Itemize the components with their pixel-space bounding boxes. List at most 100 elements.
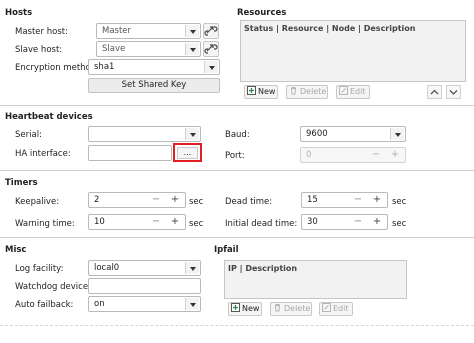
dropdown-arrow-icon[interactable] — [185, 25, 199, 37]
keepalive-value: 2 — [94, 195, 100, 205]
misc-section-title: Misc — [5, 245, 27, 255]
ha-interface-label: HA interface: — [15, 149, 71, 159]
slave-host-combo[interactable]: Slave — [96, 41, 201, 57]
ha-interface-browse-button[interactable]: ... — [177, 147, 198, 159]
add-icon — [231, 303, 240, 312]
ipfail-new-button[interactable]: New — [228, 302, 262, 316]
ipfail-delete-button[interactable]: Delete — [270, 302, 312, 316]
master-host-label: Master host: — [15, 27, 68, 37]
dead-time-unit: sec — [392, 197, 407, 207]
watchdog-device-label: Watchdog device: — [15, 282, 91, 292]
keepalive-spinner[interactable]: 2 − + — [88, 192, 186, 208]
master-host-combo[interactable]: Master — [96, 23, 201, 39]
chevron-down-icon — [449, 90, 458, 95]
dead-time-decrement-button[interactable]: − — [351, 193, 365, 207]
dropdown-arrow-icon[interactable] — [185, 128, 199, 140]
master-link-button[interactable] — [203, 23, 219, 39]
serial-label: Serial: — [15, 130, 42, 140]
resources-delete-label: Delete — [300, 87, 327, 96]
timers-section-title: Timers — [5, 178, 38, 188]
auto-failback-value: on — [94, 299, 105, 309]
move-down-button[interactable] — [446, 85, 461, 99]
dead-time-value: 15 — [307, 195, 318, 205]
warning-time-value: 10 — [94, 217, 105, 227]
dropdown-arrow-icon[interactable] — [390, 128, 404, 140]
warning-time-label: Warning time: — [15, 219, 75, 229]
resources-new-label: New — [258, 87, 276, 96]
slave-host-value: Slave — [102, 44, 126, 54]
encryption-method-label: Encryption method: — [15, 63, 100, 73]
resources-section-title: Resources — [237, 8, 287, 18]
encryption-method-value: sha1 — [94, 62, 115, 72]
chevron-up-icon — [430, 89, 439, 95]
keepalive-label: Keepalive: — [15, 197, 60, 207]
ipfail-section-title: Ipfail — [214, 245, 239, 255]
ipfail-delete-label: Delete — [284, 304, 311, 313]
dead-time-increment-button[interactable]: + — [370, 193, 384, 207]
initial-dead-time-value: 30 — [307, 217, 318, 227]
ipfail-edit-button[interactable]: Edit — [319, 302, 353, 316]
encryption-method-combo[interactable]: sha1 — [88, 59, 220, 75]
keepalive-decrement-button[interactable]: − — [149, 193, 163, 207]
section-divider — [0, 105, 474, 106]
warning-time-spinner[interactable]: 10 − + — [88, 214, 186, 230]
dead-time-spinner[interactable]: 15 − + — [301, 192, 388, 208]
port-label: Port: — [225, 151, 245, 161]
section-divider — [0, 237, 474, 238]
delete-icon — [273, 303, 282, 312]
ipfail-table-header: IP | Description — [228, 264, 298, 273]
keepalive-increment-button[interactable]: + — [168, 193, 182, 207]
section-divider — [0, 170, 474, 171]
hosts-section-title: Hosts — [5, 8, 33, 18]
heartbeat-section-title: Heartbeat devices — [5, 112, 93, 122]
add-icon — [247, 86, 256, 95]
initial-dead-time-unit: sec — [392, 219, 407, 229]
resources-table-header: Status | Resource | Node | Description — [244, 24, 416, 33]
port-value: 0 — [306, 150, 312, 160]
ipfail-new-label: New — [242, 304, 260, 313]
initial-dead-time-increment-button[interactable]: + — [370, 215, 384, 229]
ipfail-edit-label: Edit — [333, 304, 349, 313]
auto-failback-combo[interactable]: on — [88, 296, 201, 312]
dropdown-arrow-icon[interactable] — [185, 262, 199, 274]
dropdown-arrow-icon[interactable] — [185, 298, 199, 310]
port-increment-button[interactable]: + — [388, 148, 402, 162]
dropdown-arrow-icon[interactable] — [185, 43, 199, 55]
ha-interface-input[interactable] — [88, 145, 172, 161]
link-icon — [204, 44, 218, 54]
master-host-value: Master — [102, 26, 132, 36]
set-shared-key-button[interactable]: Set Shared Key — [88, 78, 220, 93]
bottom-divider — [0, 325, 474, 326]
warning-time-increment-button[interactable]: + — [168, 215, 182, 229]
slave-link-button[interactable] — [203, 41, 219, 57]
resources-edit-button[interactable]: Edit — [336, 85, 370, 99]
initial-dead-time-label: Initial dead time: — [225, 219, 298, 229]
link-icon — [204, 26, 218, 36]
edit-icon — [339, 86, 348, 95]
initial-dead-time-decrement-button[interactable]: − — [351, 215, 365, 229]
resources-new-button[interactable]: New — [244, 85, 278, 99]
serial-combo[interactable] — [88, 126, 201, 142]
log-facility-label: Log facility: — [15, 264, 64, 274]
port-decrement-button[interactable]: − — [369, 148, 383, 162]
port-spinner[interactable]: 0 − + — [300, 147, 406, 163]
resources-table[interactable]: Status | Resource | Node | Description — [240, 20, 466, 82]
warning-time-decrement-button[interactable]: − — [149, 215, 163, 229]
initial-dead-time-spinner[interactable]: 30 − + — [301, 214, 388, 230]
edit-icon — [322, 303, 331, 312]
watchdog-device-input[interactable] — [88, 278, 201, 294]
dead-time-label: Dead time: — [225, 197, 273, 207]
keepalive-unit: sec — [189, 197, 204, 207]
auto-failback-label: Auto failback: — [15, 300, 74, 310]
baud-label: Baud: — [225, 130, 250, 140]
slave-host-label: Slave host: — [15, 45, 63, 55]
resources-edit-label: Edit — [350, 87, 366, 96]
log-facility-value: local0 — [94, 263, 120, 273]
warning-time-unit: sec — [189, 219, 204, 229]
move-up-button[interactable] — [427, 85, 442, 99]
log-facility-combo[interactable]: local0 — [88, 260, 201, 276]
resources-delete-button[interactable]: Delete — [286, 85, 328, 99]
dropdown-arrow-icon[interactable] — [204, 61, 218, 73]
baud-combo[interactable]: 9600 — [300, 126, 406, 142]
ipfail-table[interactable]: IP | Description — [224, 260, 407, 299]
